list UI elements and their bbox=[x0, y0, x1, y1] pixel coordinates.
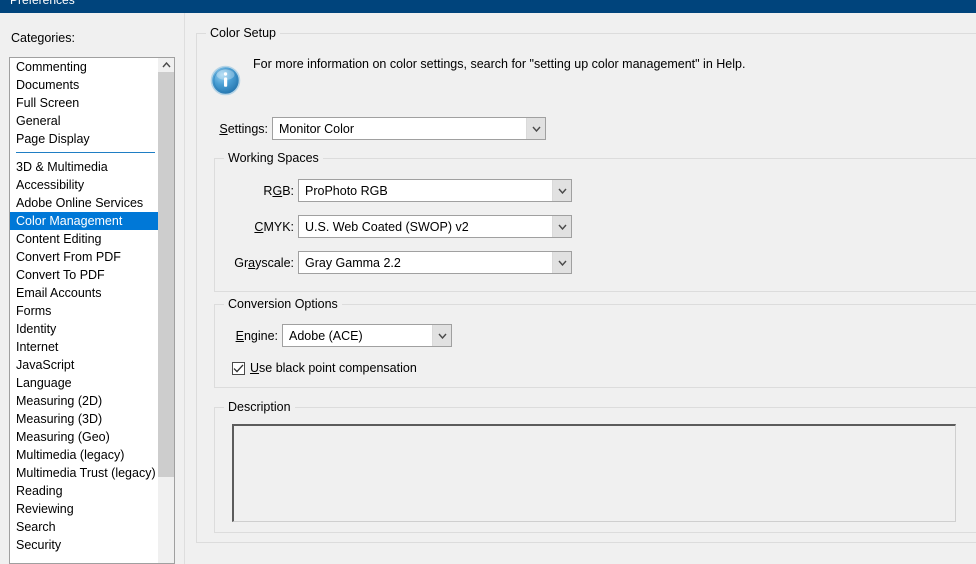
sidebar-item-multimedia-legacy[interactable]: Multimedia (legacy) bbox=[10, 446, 159, 464]
sidebar-item-convert-from-pdf[interactable]: Convert From PDF bbox=[10, 248, 159, 266]
grayscale-label-pre: Gr bbox=[234, 256, 249, 270]
sidebar-item-reviewing[interactable]: Reviewing bbox=[10, 500, 159, 518]
settings-label-rest: ettings: bbox=[227, 122, 268, 136]
grayscale-value: Gray Gamma 2.2 bbox=[305, 255, 401, 270]
sidebar-item-forms[interactable]: Forms bbox=[10, 302, 159, 320]
chevron-down-icon[interactable] bbox=[552, 216, 571, 237]
engine-label-rest: ngine: bbox=[243, 329, 278, 343]
engine-value: Adobe (ACE) bbox=[289, 328, 363, 343]
sidebar-item-accessibility[interactable]: Accessibility bbox=[10, 176, 159, 194]
sidebar-item-identity[interactable]: Identity bbox=[10, 320, 159, 338]
window-title: Preferences bbox=[10, 0, 75, 7]
sidebar-item-multimedia-trust-legacy[interactable]: Multimedia Trust (legacy) bbox=[10, 464, 159, 482]
scrollbar-thumb[interactable] bbox=[158, 72, 174, 477]
sidebar-item-internet[interactable]: Internet bbox=[10, 338, 159, 356]
engine-accel: E bbox=[235, 329, 244, 343]
cmyk-value: U.S. Web Coated (SWOP) v2 bbox=[305, 219, 469, 234]
sidebar-item-security[interactable]: Security bbox=[10, 536, 159, 554]
color-setup-title: Color Setup bbox=[206, 26, 281, 40]
sidebar-item-commenting[interactable]: Commenting bbox=[10, 58, 159, 76]
categories-scrollbar[interactable] bbox=[158, 58, 174, 563]
black-point-compensation-label: Use black point compensation bbox=[250, 361, 417, 375]
cmyk-combobox[interactable]: U.S. Web Coated (SWOP) v2 bbox=[298, 215, 572, 238]
sidebar-item-color-management[interactable]: Color Management bbox=[10, 212, 159, 230]
settings-combobox[interactable]: Monitor Color bbox=[272, 117, 546, 140]
chevron-down-icon[interactable] bbox=[552, 252, 571, 273]
chevron-down-icon[interactable] bbox=[526, 118, 545, 139]
chevron-down-icon[interactable] bbox=[432, 325, 451, 346]
sidebar-item-language[interactable]: Language bbox=[10, 374, 159, 392]
sidebar-item-3d-multimedia[interactable]: 3D & Multimedia bbox=[10, 158, 159, 176]
settings-value: Monitor Color bbox=[279, 121, 355, 136]
working-spaces-title: Working Spaces bbox=[224, 151, 323, 165]
sidebar-separator bbox=[10, 148, 159, 158]
rgb-accel: G bbox=[272, 184, 283, 198]
rgb-label-post: B: bbox=[282, 184, 294, 198]
sidebar-item-adobe-online-services[interactable]: Adobe Online Services bbox=[10, 194, 159, 212]
cmyk-label: CMYK: bbox=[208, 220, 294, 234]
panel-divider bbox=[184, 13, 185, 564]
rgb-value: ProPhoto RGB bbox=[305, 183, 388, 198]
sidebar-item-convert-to-pdf[interactable]: Convert To PDF bbox=[10, 266, 159, 284]
sidebar-item-content-editing[interactable]: Content Editing bbox=[10, 230, 159, 248]
sidebar-item-general[interactable]: General bbox=[10, 112, 159, 130]
preferences-dialog: Preferences Categories: Commenting Docume… bbox=[0, 0, 976, 564]
settings-label: Settings: bbox=[208, 122, 268, 136]
sidebar-item-measuring-3d[interactable]: Measuring (3D) bbox=[10, 410, 159, 428]
grayscale-label-post: yscale: bbox=[255, 256, 294, 270]
cmyk-label-rest: MYK: bbox=[263, 220, 294, 234]
description-title: Description bbox=[224, 400, 295, 414]
info-icon bbox=[210, 65, 241, 96]
black-point-accel: U bbox=[250, 361, 260, 375]
sidebar-item-measuring-2d[interactable]: Measuring (2D) bbox=[10, 392, 159, 410]
sidebar-item-reading[interactable]: Reading bbox=[10, 482, 159, 500]
sidebar-item-javascript[interactable]: JavaScript bbox=[10, 356, 159, 374]
black-point-compensation-checkbox[interactable]: Use black point compensation bbox=[232, 361, 417, 375]
checkmark-icon[interactable] bbox=[232, 361, 245, 375]
sidebar-item-documents[interactable]: Documents bbox=[10, 76, 159, 94]
sidebar-item-page-display[interactable]: Page Display bbox=[10, 130, 159, 148]
sidebar-item-full-screen[interactable]: Full Screen bbox=[10, 94, 159, 112]
sidebar-item-search[interactable]: Search bbox=[10, 518, 159, 536]
sidebar-item-email-accounts[interactable]: Email Accounts bbox=[10, 284, 159, 302]
settings-accel: S bbox=[219, 122, 228, 136]
rgb-combobox[interactable]: ProPhoto RGB bbox=[298, 179, 572, 202]
chevron-down-icon[interactable] bbox=[552, 180, 571, 201]
description-textbox[interactable] bbox=[232, 424, 956, 522]
conversion-options-title: Conversion Options bbox=[224, 297, 342, 311]
engine-combobox[interactable]: Adobe (ACE) bbox=[282, 324, 452, 347]
black-point-label-rest: se black point compensation bbox=[259, 361, 417, 375]
categories-listbox[interactable]: Commenting Documents Full Screen General Pag… bbox=[9, 57, 175, 564]
categories-label: Categories: bbox=[11, 31, 75, 45]
chevron-up-icon[interactable] bbox=[158, 58, 174, 72]
rgb-label: RGB: bbox=[208, 184, 294, 198]
window-titlebar: Preferences bbox=[0, 0, 976, 13]
grayscale-label: Grayscale: bbox=[208, 256, 294, 270]
sidebar-item-measuring-geo[interactable]: Measuring (Geo) bbox=[10, 428, 159, 446]
color-setup-info-text: For more information on color settings, … bbox=[253, 57, 746, 71]
engine-label: Engine: bbox=[208, 329, 278, 343]
grayscale-combobox[interactable]: Gray Gamma 2.2 bbox=[298, 251, 572, 274]
